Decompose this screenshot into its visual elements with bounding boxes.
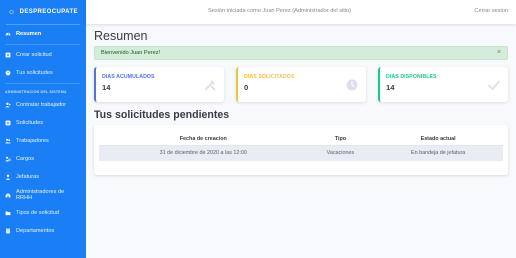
welcome-alert: Bienvenido Juan Perez! × bbox=[94, 46, 508, 60]
sidebar-item-crear-solicitud[interactable]: Crear solicitud bbox=[0, 46, 86, 64]
table-header-row: Fecha de creacion Tipo Estado actual bbox=[99, 133, 503, 145]
sidebar-section-heading: ADMINISTRACION DEL SISTEMA bbox=[5, 90, 67, 94]
card-label: DIAS ACUMULADOS bbox=[102, 74, 155, 80]
clock-icon bbox=[5, 70, 11, 76]
sidebar-item-label: Solicitudes bbox=[16, 120, 44, 126]
main-content: Resumen Bienvenido Juan Perez! × DIAS AC… bbox=[86, 24, 516, 258]
card-value: 14 bbox=[102, 83, 111, 92]
sidebar-item-label: Departamentos bbox=[16, 228, 55, 234]
user-tie-icon bbox=[5, 174, 11, 180]
brand[interactable]: ☺ DESPREOCUPATE bbox=[0, 0, 86, 24]
cell-estado: En bandeja de jefatura bbox=[373, 144, 503, 161]
tools-icon bbox=[204, 78, 216, 91]
card-label: DIAS SOLICITADOS bbox=[244, 74, 295, 80]
sidebar-item-label: Trabajadores bbox=[16, 138, 49, 144]
sidebar-item-label: Tipos de solicitud bbox=[16, 210, 60, 216]
building-alt-icon bbox=[5, 228, 11, 234]
alert-message: Bienvenido Juan Perez! bbox=[101, 50, 161, 56]
plus-square-icon bbox=[5, 52, 11, 58]
session-info: Sesión iniciada como Juan Perez (Adminis… bbox=[208, 8, 352, 14]
sidebar-item-label: Contratar trabajador bbox=[16, 102, 67, 108]
page-title: Resumen bbox=[94, 29, 148, 43]
sidebar-item-resumen[interactable]: Resumen bbox=[0, 25, 86, 43]
building-icon bbox=[5, 192, 11, 198]
tachometer-icon bbox=[5, 31, 11, 37]
sidebar-item-solicitudes[interactable]: Solicitudes bbox=[0, 114, 86, 132]
sidebar-item-label: Jefaturas bbox=[16, 174, 40, 180]
sidebar-item-trabajadores[interactable]: Trabajadores bbox=[0, 132, 86, 150]
card-dias-disponibles: DIAS DISPONIBLES 14 bbox=[378, 67, 508, 102]
sidebar-item-label: Crear solicitud bbox=[16, 52, 52, 58]
sidebar-item-label: Administradores de RRHH bbox=[16, 189, 65, 201]
sidebar-item-departamentos[interactable]: Departamentos bbox=[0, 222, 86, 240]
pending-requests-title: Tus solicitudes pendientes bbox=[94, 109, 230, 121]
logout-link[interactable]: Cerrar sesion bbox=[474, 8, 508, 14]
sidebar-item-administradores-rrhh[interactable]: Administradores de RRHH bbox=[0, 186, 86, 204]
sidebar-item-tus-solicitudes[interactable]: Tus solicitudes bbox=[0, 64, 86, 82]
sidebar: ☺ DESPREOCUPATE Resumen Crear solicitud … bbox=[0, 0, 86, 258]
column-header-tipo: Tipo bbox=[334, 135, 347, 142]
sidebar-item-contratar-trabajador[interactable]: Contratar trabajador bbox=[0, 96, 86, 114]
cell-tipo: Vacaciones bbox=[307, 144, 374, 161]
users-cog-icon bbox=[5, 156, 11, 162]
sidebar-item-jefaturas[interactable]: Jefaturas bbox=[0, 168, 86, 186]
folder-icon bbox=[5, 210, 11, 216]
close-icon[interactable]: × bbox=[497, 49, 501, 56]
sidebar-divider bbox=[6, 83, 80, 84]
pending-requests-table: Fecha de creacion Tipo Estado actual 31 … bbox=[99, 133, 503, 161]
clock-icon bbox=[346, 78, 358, 91]
check-icon bbox=[488, 78, 500, 90]
card-label: DIAS DISPONIBLES bbox=[386, 74, 437, 80]
column-header-fecha: Fecha de creacion bbox=[179, 135, 227, 142]
sidebar-item-tipos-solicitud[interactable]: Tipos de solicitud bbox=[0, 204, 86, 222]
table-row[interactable]: 31 de diciembre de 2020 a las 12:00 Vaca… bbox=[99, 144, 503, 161]
sun-face-icon: ☺ bbox=[8, 8, 16, 16]
card-dias-solicitados: DIAS SOLICITADOS 0 bbox=[236, 67, 366, 102]
sidebar-divider bbox=[6, 44, 80, 45]
sidebar-item-label: Cargos bbox=[16, 156, 35, 162]
brand-name: DESPREOCUPATE bbox=[19, 9, 78, 15]
column-header-estado: Estado actual bbox=[420, 135, 456, 142]
pending-requests-card: Fecha de creacion Tipo Estado actual 31 … bbox=[94, 125, 508, 175]
user-plus-icon bbox=[5, 102, 11, 108]
sidebar-item-label: Tus solicitudes bbox=[16, 70, 53, 76]
cell-fecha: 31 de diciembre de 2020 a las 12:00 bbox=[99, 144, 308, 161]
topbar: Sesión iniciada como Juan Perez (Adminis… bbox=[86, 0, 516, 24]
card-value: 0 bbox=[244, 83, 249, 92]
sidebar-item-label: Resumen bbox=[16, 31, 42, 37]
card-value: 14 bbox=[386, 83, 395, 92]
list-icon bbox=[5, 120, 11, 126]
sidebar-item-cargos[interactable]: Cargos bbox=[0, 150, 86, 168]
users-icon bbox=[5, 138, 11, 144]
card-dias-acumulados: DIAS ACUMULADOS 14 bbox=[94, 67, 224, 102]
